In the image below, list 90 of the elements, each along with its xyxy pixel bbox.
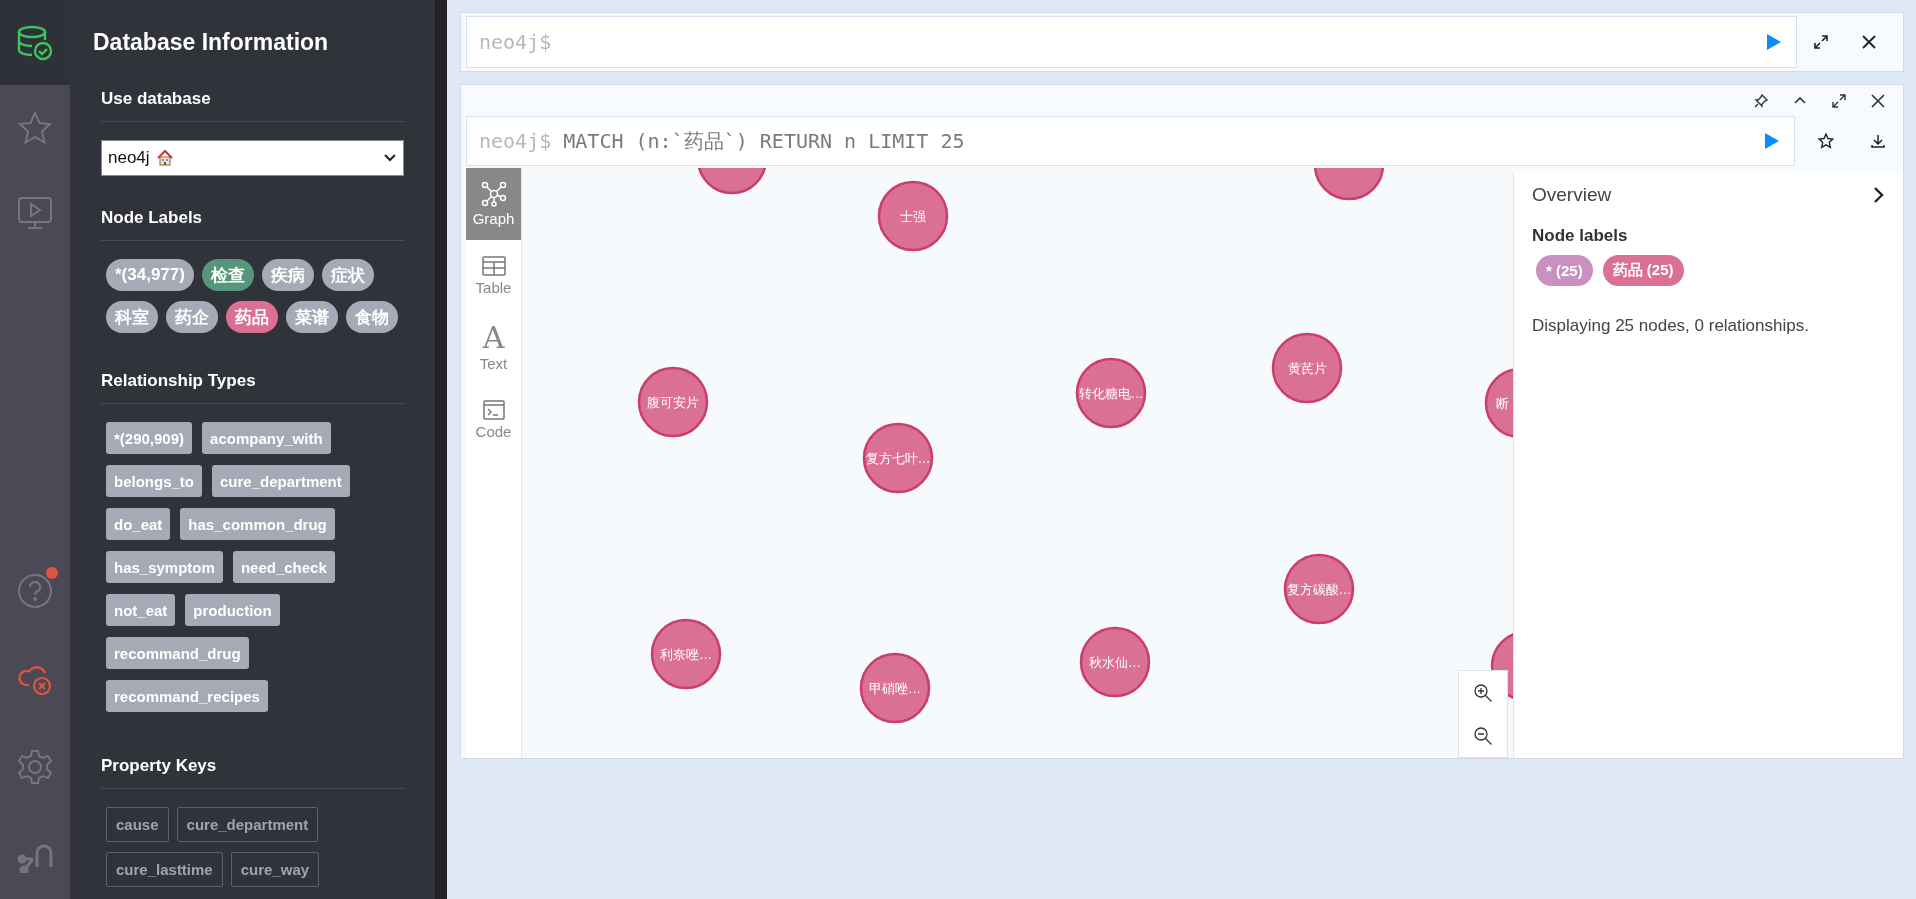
query-text: neo4j$ MATCH (n:`药品`) RETURN n LIMIT 25	[479, 127, 966, 155]
monitor-play-icon	[17, 194, 53, 231]
node-label-tag[interactable]: 症状	[321, 259, 374, 291]
graph-node[interactable]	[637, 366, 709, 438]
scrollbar[interactable]	[435, 0, 447, 899]
star-icon[interactable]	[1818, 133, 1834, 149]
node-label-tag[interactable]: 菜谱	[286, 301, 338, 333]
view-tab[interactable]: Code	[466, 384, 521, 456]
relationship-type-tag[interactable]: acompany_with	[202, 422, 331, 454]
node-label: 甲硝唑…	[869, 681, 921, 696]
node-label: 腹可安片	[647, 395, 699, 410]
relationship-type-tag[interactable]: recommand_recipes	[106, 680, 268, 712]
graph-node[interactable]	[1313, 168, 1385, 201]
graph-node[interactable]	[1079, 626, 1151, 698]
node-label: 秋水仙…	[1089, 655, 1141, 670]
relationship-type-tag[interactable]: *(290,909)	[106, 422, 193, 454]
chevron-right-icon[interactable]	[1873, 186, 1885, 204]
text-glyph: A	[482, 324, 505, 352]
overview-subtitle: Node labels	[1532, 226, 1629, 246]
download-icon[interactable]	[1870, 133, 1886, 149]
section-heading: Property Keys	[101, 755, 218, 776]
pin-icon[interactable]	[1754, 93, 1768, 108]
expand-icon[interactable]	[1832, 93, 1846, 108]
table-icon	[481, 256, 506, 276]
node-label-tag[interactable]: 科室	[106, 301, 158, 333]
zoom-out-icon[interactable]	[1473, 725, 1493, 746]
graph-node[interactable]	[696, 168, 768, 195]
prompt-text: neo4j$	[479, 30, 553, 54]
node-label: 利奈唑…	[660, 647, 712, 662]
play-icon[interactable]	[1766, 33, 1782, 51]
relationship-type-tag[interactable]: recommand_drug	[106, 637, 249, 669]
relationship-type-tag[interactable]: production	[185, 594, 280, 626]
house-icon	[155, 149, 174, 167]
node-label: 黄芪片	[1287, 361, 1327, 376]
node-label-tag[interactable]: 药品	[226, 301, 278, 333]
graph-node[interactable]	[1283, 553, 1355, 625]
graph-node[interactable]	[1271, 332, 1343, 404]
node-label-tag[interactable]: 药品 (25)	[1602, 255, 1684, 286]
section-heading: Node Labels	[101, 207, 204, 228]
view-tab[interactable]: A Text	[466, 312, 521, 384]
star-icon	[17, 109, 53, 146]
view-tab[interactable]: Table	[466, 240, 521, 312]
section-heading: Relationship Types	[101, 370, 257, 391]
database-icon	[17, 24, 53, 61]
settings-icon	[17, 749, 53, 785]
node-label-tag[interactable]: 检查	[201, 259, 254, 291]
query-field[interactable]: neo4j$ MATCH (n:`药品`) RETURN n LIMIT 25	[466, 116, 1795, 166]
caret-icon	[383, 153, 397, 163]
node-label-tag[interactable]: 疾病	[261, 259, 314, 291]
terminal-icon	[482, 400, 505, 420]
graph-node[interactable]	[650, 618, 722, 690]
property-key-tag[interactable]: cure_lasttime	[106, 852, 223, 887]
view-tab[interactable]: Graph	[466, 168, 521, 240]
graph-node[interactable]	[862, 422, 934, 494]
graph-node[interactable]	[1075, 357, 1147, 429]
database-nav-item[interactable]	[0, 0, 70, 85]
node-label-tag[interactable]: 食物	[346, 301, 398, 333]
relationship-type-tag[interactable]: has_symptom	[106, 551, 223, 583]
property-key-tag[interactable]: cause	[106, 807, 169, 842]
node-label-tag[interactable]: *(34,977)	[106, 259, 194, 291]
graph-icon	[480, 181, 507, 207]
database-select[interactable]: neo4j	[101, 140, 404, 176]
node-label: 复方七叶…	[865, 451, 931, 466]
overview-summary: Displaying 25 nodes, 0 relationships.	[1532, 316, 1810, 336]
close-icon[interactable]	[1871, 93, 1885, 108]
help-icon	[17, 573, 53, 609]
query-editor[interactable]: neo4j$	[466, 16, 1797, 68]
expand-icon[interactable]	[1813, 34, 1829, 50]
relationship-type-tag[interactable]: not_eat	[106, 594, 176, 626]
property-key-tag[interactable]: cure_way	[230, 852, 320, 887]
section-heading: Use database	[101, 88, 212, 109]
relationship-type-tag[interactable]: do_eat	[106, 508, 171, 540]
relationship-type-tag[interactable]: belongs_to	[106, 465, 202, 497]
zoom-in-icon[interactable]	[1473, 682, 1493, 703]
play-icon[interactable]	[1764, 132, 1780, 150]
relationship-type-tag[interactable]: need_check	[232, 551, 335, 583]
node-label: 复方碳酸…	[1286, 582, 1352, 597]
graph-node[interactable]	[859, 652, 931, 724]
node-label: 士强	[900, 209, 926, 224]
graph-node[interactable]	[877, 180, 949, 252]
node-label: 断	[1496, 396, 1509, 411]
relationship-type-tag[interactable]: has_common_drug	[180, 508, 335, 540]
close-icon[interactable]	[1861, 34, 1877, 50]
overview-title: Overview	[1532, 184, 1612, 206]
panel-title: Database Information	[93, 29, 329, 56]
node-label-tag[interactable]: * (25)	[1536, 255, 1593, 286]
relationship-type-tag[interactable]: cure_department	[212, 465, 350, 497]
node-label: 转化糖电…	[1078, 386, 1144, 401]
node-label-tag[interactable]: 药企	[166, 301, 218, 333]
property-key-tag[interactable]: cure_department	[176, 807, 319, 842]
